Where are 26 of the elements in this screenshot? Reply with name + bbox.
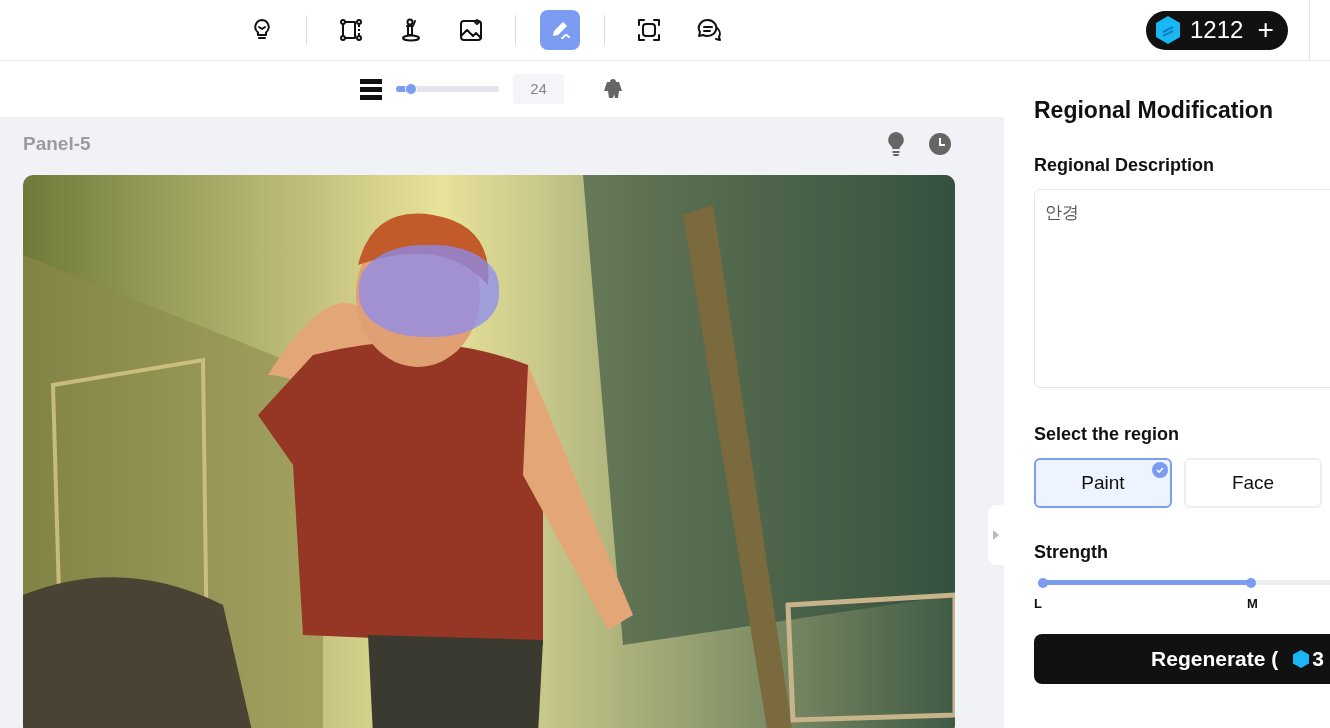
collapse-handle[interactable] xyxy=(988,505,1004,565)
credit-balance: 1212 xyxy=(1190,18,1244,42)
chat-icon xyxy=(696,17,722,43)
check-icon xyxy=(1152,462,1168,478)
lightbulb-icon[interactable] xyxy=(886,131,906,157)
image-icon xyxy=(458,17,484,43)
tick-label: M xyxy=(1247,595,1258,613)
gem-icon xyxy=(1292,649,1311,669)
brush-size-slider[interactable] xyxy=(396,86,499,92)
editor-title: Regional Modification xyxy=(1034,96,1274,125)
tick-label: L xyxy=(1034,595,1042,613)
caret-icon xyxy=(992,529,1000,541)
description-field[interactable]: 안경 xyxy=(1034,189,1330,388)
regenerate-button[interactable]: Regenerate ( 3 xyxy=(1034,634,1330,684)
section-label: Select the region xyxy=(1034,423,1181,446)
add-credits-button[interactable]: + xyxy=(1257,16,1274,44)
menu-icon[interactable] xyxy=(360,78,382,100)
gem-icon xyxy=(1154,15,1182,45)
frame-icon xyxy=(338,17,364,43)
scan-icon xyxy=(636,17,662,43)
region-option[interactable]: Face xyxy=(1184,458,1322,508)
region-option[interactable]: Paint xyxy=(1034,458,1172,508)
section-label: Regional Description xyxy=(1034,154,1216,177)
panel-title: Panel-5 xyxy=(23,131,91,156)
section-label: Strength xyxy=(1034,541,1109,564)
clock-icon[interactable] xyxy=(928,132,952,156)
